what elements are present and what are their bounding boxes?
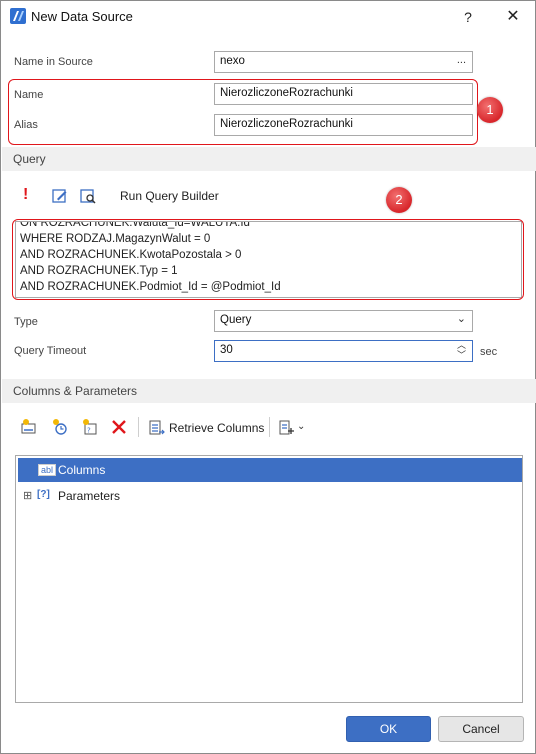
toolbar-separator bbox=[269, 417, 270, 437]
annotation-badge-2: 2 bbox=[386, 187, 412, 213]
dialog-window: New Data Source ? ✕ Name in Source nexo … bbox=[0, 0, 536, 754]
exclamation-icon[interactable]: ! bbox=[23, 186, 41, 204]
help-button[interactable]: ? bbox=[456, 6, 480, 28]
name-label: Name bbox=[14, 89, 44, 101]
columns-tree: abl Columns ⊞ [?] Parameters bbox=[15, 455, 523, 703]
name-input[interactable]: NierozliczoneRozrachunki bbox=[214, 83, 473, 105]
chevron-down-icon[interactable]: ⌄ bbox=[297, 421, 305, 432]
spinner-icon[interactable]: ︿ ﹀ bbox=[457, 340, 466, 360]
browse-button[interactable]: ... bbox=[457, 54, 466, 66]
type-select[interactable]: Query ⌄ bbox=[214, 310, 473, 332]
type-label: Type bbox=[14, 316, 38, 328]
query-timeout-value: 30 bbox=[220, 344, 233, 356]
tree-item-parameters[interactable]: ⊞ [?] Parameters bbox=[18, 484, 522, 508]
timeout-unit: sec bbox=[480, 346, 498, 358]
parameters-icon: [?] bbox=[37, 489, 50, 500]
tree-item-columns[interactable]: abl Columns bbox=[18, 458, 522, 482]
delete-icon[interactable] bbox=[110, 418, 128, 436]
svg-text:?: ? bbox=[87, 427, 91, 435]
toolbar-separator bbox=[138, 417, 139, 437]
expand-icon[interactable]: ⊞ bbox=[23, 489, 32, 502]
query-timeout-label: Query Timeout bbox=[14, 345, 87, 357]
run-query-builder-button[interactable]: Run Query Builder bbox=[120, 189, 219, 203]
tree-item-label: Columns bbox=[58, 463, 106, 477]
new-item-dropdown-icon[interactable] bbox=[278, 419, 296, 437]
type-select-value: Query bbox=[220, 314, 252, 326]
annotation-box-2 bbox=[12, 219, 524, 300]
name-in-source-value: nexo bbox=[220, 55, 245, 67]
close-button[interactable]: ✕ bbox=[501, 6, 525, 28]
chevron-down-icon: ⌄ bbox=[456, 313, 466, 325]
annotation-badge-1: 1 bbox=[477, 97, 503, 123]
name-in-source-label: Name in Source bbox=[14, 56, 93, 68]
title-bar: New Data Source ? ✕ bbox=[1, 1, 535, 32]
tree-item-label: Parameters bbox=[58, 489, 121, 503]
query-timeout-input[interactable]: 30 ︿ ﹀ bbox=[214, 340, 473, 362]
retrieve-columns-button[interactable]: Retrieve Columns bbox=[169, 421, 264, 435]
alias-input[interactable]: NierozliczoneRozrachunki bbox=[214, 114, 473, 136]
add-column-icon[interactable] bbox=[20, 418, 38, 436]
name-in-source-field[interactable]: nexo ... bbox=[214, 51, 473, 73]
query-section-header: Query bbox=[2, 147, 536, 171]
edit-query-icon[interactable] bbox=[51, 187, 69, 205]
window-title: New Data Source bbox=[31, 9, 133, 24]
cancel-button[interactable]: Cancel bbox=[438, 716, 524, 742]
add-calculated-column-icon[interactable] bbox=[51, 418, 69, 436]
columns-section-header: Columns & Parameters bbox=[2, 379, 536, 403]
columns-icon: abl bbox=[38, 464, 57, 476]
preview-query-icon[interactable] bbox=[79, 187, 97, 205]
alias-label: Alias bbox=[14, 119, 38, 131]
add-parameter-icon[interactable]: ? bbox=[81, 418, 99, 436]
ok-button[interactable]: OK bbox=[346, 716, 431, 742]
app-icon bbox=[10, 8, 26, 24]
retrieve-columns-icon[interactable] bbox=[148, 419, 166, 437]
